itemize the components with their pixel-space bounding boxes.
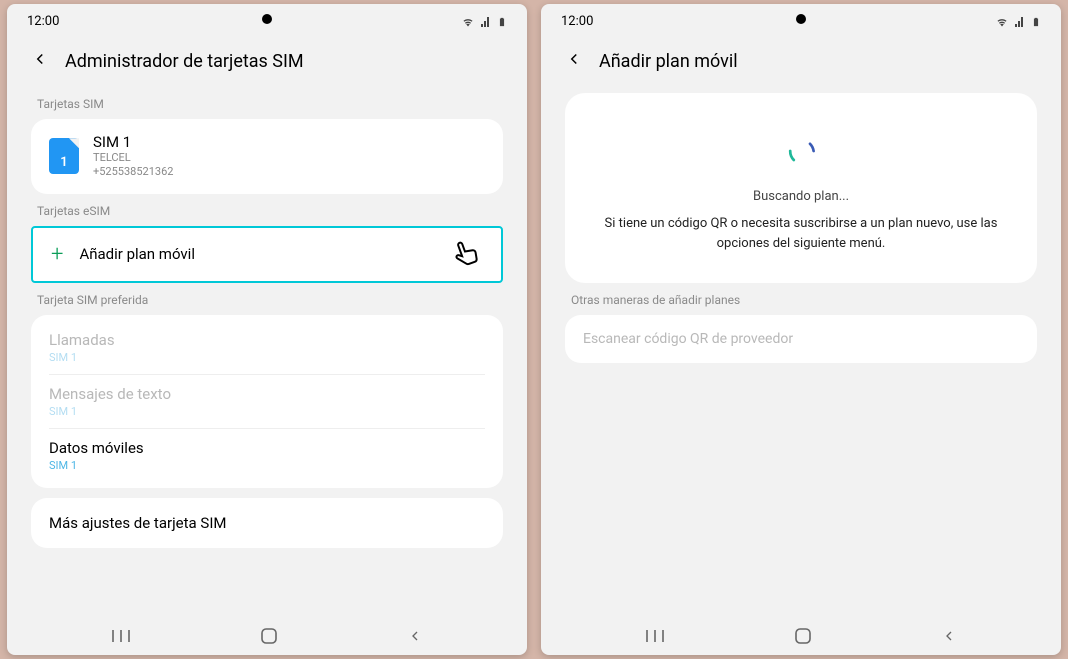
pref-calls-value: SIM 1 [49,351,485,364]
more-settings-label: Más ajustes de tarjeta SIM [49,514,227,532]
pref-calls-label: Llamadas [49,331,485,349]
more-settings-button[interactable]: Más ajustes de tarjeta SIM [31,498,503,548]
scan-qr-label: Escanear código QR de proveedor [583,331,793,347]
section-label-other: Otras maneras de añadir planes [571,293,1031,307]
section-label-preferred: Tarjeta SIM preferida [37,293,497,307]
status-time: 12:00 [561,14,593,29]
nav-back-icon[interactable] [407,628,423,644]
pref-data-label: Datos móviles [49,439,485,457]
section-label-esim: Tarjetas eSIM [37,204,497,218]
page-header: Añadir plan móvil [541,35,1061,87]
nav-recent-icon[interactable] [111,628,131,644]
preferred-card: Llamadas SIM 1 Mensajes de texto SIM 1 D… [31,315,503,488]
camera-hole [262,14,272,24]
page-header: Administrador de tarjetas SIM [7,35,527,87]
plus-icon: + [51,242,63,267]
sim-icon: 1 [49,138,79,174]
searching-title: Buscando plan... [595,189,1007,204]
sim-title: SIM 1 [93,133,173,151]
nav-back-icon[interactable] [941,628,957,644]
searching-subtitle: Si tiene un código QR o necesita suscrib… [595,214,1007,253]
add-plan-label: Añadir plan móvil [79,245,195,263]
nav-bar [7,615,527,655]
back-icon[interactable] [565,49,583,73]
page-title: Añadir plan móvil [599,51,738,72]
battery-icon [1031,15,1041,29]
signal-icon [479,16,493,28]
content-area: Tarjetas SIM 1 SIM 1 TELCEL +52553852136… [7,87,527,615]
sim-number: +525538521362 [93,165,173,179]
pref-messages-label: Mensajes de texto [49,385,485,403]
battery-icon [497,15,507,29]
pref-messages-value: SIM 1 [49,405,485,418]
scan-qr-button[interactable]: Escanear código QR de proveedor [565,315,1037,363]
spinner-icon [783,133,819,169]
status-icons [461,15,507,29]
device-right: 12:00 Añadir plan móvil Buscando plan...… [541,4,1061,655]
status-bar: 12:00 [541,4,1061,35]
status-icons [995,15,1041,29]
nav-home-icon[interactable] [794,627,812,645]
camera-hole [796,14,806,24]
wifi-icon [995,16,1009,28]
status-time: 12:00 [27,14,59,29]
signal-icon [1013,16,1027,28]
back-icon[interactable] [31,49,49,73]
wifi-icon [461,16,475,28]
nav-home-icon[interactable] [260,627,278,645]
status-bar: 12:00 [7,4,527,35]
add-plan-button[interactable]: + Añadir plan móvil [31,226,503,283]
page-title: Administrador de tarjetas SIM [65,51,304,72]
nav-bar [541,615,1061,655]
content-area: Buscando plan... Si tiene un código QR o… [541,87,1061,615]
sim-card-row[interactable]: 1 SIM 1 TELCEL +525538521362 [31,119,503,194]
sim-carrier: TELCEL [93,151,173,165]
sim-info: SIM 1 TELCEL +525538521362 [93,133,173,180]
searching-card: Buscando plan... Si tiene un código QR o… [565,93,1037,283]
pref-calls[interactable]: Llamadas SIM 1 [49,321,485,375]
pref-data[interactable]: Datos móviles SIM 1 [49,429,485,482]
nav-recent-icon[interactable] [645,628,665,644]
device-left: 12:00 Administrador de tarjetas SIM Tarj… [7,4,527,655]
pref-data-value: SIM 1 [49,459,485,472]
pointer-hand-icon [443,233,489,283]
section-label-sim: Tarjetas SIM [37,97,497,111]
pref-messages[interactable]: Mensajes de texto SIM 1 [49,375,485,429]
